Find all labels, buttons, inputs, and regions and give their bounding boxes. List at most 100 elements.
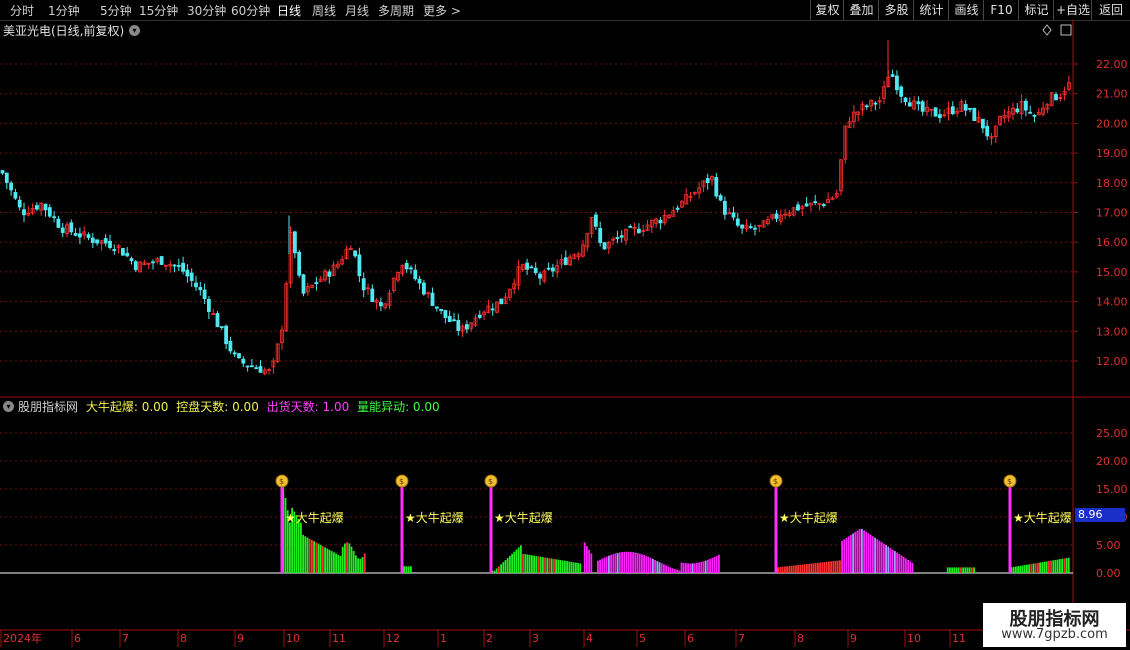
candle-body (907, 102, 912, 107)
indicator-bar (550, 558, 553, 573)
x-axis-label: 9 (850, 632, 857, 645)
candle-body (370, 288, 375, 303)
indicator-bar (524, 554, 527, 573)
indicator-bar (832, 561, 835, 573)
signal-label: ★大牛起爆 (285, 510, 344, 525)
indicator-bar (363, 553, 366, 573)
main-y-tick: 22.00 (1096, 58, 1128, 71)
x-axis-label: 2 (486, 632, 493, 645)
candle-body (447, 315, 452, 322)
indicator-bar (711, 557, 714, 573)
indicator-bar (621, 552, 623, 573)
indicator-bar (869, 534, 872, 573)
indicator-bar (878, 540, 881, 573)
candle-body (172, 264, 177, 267)
indicator-bar (1041, 562, 1044, 573)
signal-label: ★大牛起爆 (405, 510, 464, 525)
candle-body (121, 248, 125, 256)
indicator-bar (671, 568, 674, 573)
indicator-bar (847, 536, 850, 573)
indicator-bar (867, 533, 870, 573)
indicator-bar (317, 543, 320, 573)
x-axis-label: 7 (122, 632, 129, 645)
indicator-bar (971, 567, 973, 573)
candle-body (215, 313, 220, 328)
candle-body (232, 352, 237, 355)
indicator-bar (883, 543, 885, 573)
indicator-bar (949, 567, 951, 573)
indicator-bar (872, 536, 874, 573)
candle-body (804, 203, 809, 207)
indicator-bar (955, 567, 958, 573)
candle-body (529, 266, 534, 269)
indicator-bar (795, 565, 797, 573)
candle-body (538, 273, 542, 279)
indicator-bar (801, 564, 804, 573)
indicator-bar (1012, 566, 1015, 573)
indicator-bar (900, 555, 903, 573)
indicator-bar (559, 560, 562, 573)
indicator-bar (718, 554, 720, 573)
indicator-bar (583, 542, 586, 573)
indicator-bar (636, 552, 639, 573)
signal-label: ★大牛起爆 (1013, 510, 1072, 525)
indicator-bar (548, 558, 551, 573)
indicator-bar (319, 544, 322, 573)
candle-body (421, 282, 426, 295)
indicator-bar (493, 570, 496, 573)
indicator-bar (964, 567, 967, 573)
indicator-bar (665, 565, 667, 573)
candle-body (452, 319, 456, 322)
indicator-bar (355, 555, 357, 573)
indicator-bar (546, 557, 549, 573)
indicator-bar (1065, 558, 1068, 573)
signal-label: ★大牛起爆 (779, 510, 838, 525)
candle-body (705, 178, 710, 183)
indicator-bar (359, 558, 362, 573)
indicator-bar (825, 561, 828, 573)
indicator-bar (504, 560, 507, 573)
indicator-bar (302, 535, 304, 573)
indicator-bar (533, 555, 535, 573)
indicator-bar (623, 551, 626, 573)
indicator-bar (788, 566, 791, 573)
indicator-bar (854, 531, 857, 573)
indicator-bar (1030, 563, 1033, 573)
candle-body (1024, 100, 1028, 111)
x-axis-label: 12 (386, 632, 400, 645)
candle-body (56, 218, 61, 228)
indicator-bar (531, 555, 533, 573)
indicator-bar (823, 562, 826, 573)
indicator-bar (812, 563, 815, 573)
candle-body (920, 101, 925, 112)
indicator-bar (350, 546, 353, 573)
indicator-bar (790, 565, 793, 573)
indicator-bar (610, 554, 612, 573)
indicator-bar (902, 556, 905, 573)
candle-body (731, 212, 736, 218)
indicator-bar (973, 567, 975, 573)
candle-body (361, 278, 366, 291)
indicator-bar (1039, 562, 1041, 573)
candle-body (249, 365, 254, 368)
indicator-bar (612, 554, 615, 573)
indicator-bar (781, 566, 784, 573)
indicator-bar (777, 567, 780, 573)
indicator-bar (520, 545, 522, 573)
candle-body (864, 105, 869, 108)
indicator-bar (676, 569, 678, 573)
indicator-bar (667, 566, 670, 573)
indicator-bar (528, 554, 531, 573)
indicator-bar (566, 561, 568, 573)
money-bag-glyph: $ (773, 477, 778, 486)
candle-body (499, 298, 504, 305)
indicator-bar (799, 564, 802, 573)
indicator-bar (898, 554, 901, 573)
indicator-bar (876, 539, 879, 573)
chart-canvas[interactable]: 22.0021.0020.0019.0018.0017.0016.0015.00… (0, 0, 1130, 650)
indicator-bar (284, 497, 287, 573)
indicator-bar (1037, 562, 1039, 573)
candle-body (176, 265, 181, 267)
candle-body (1032, 114, 1037, 117)
indicator-bar (845, 537, 848, 573)
